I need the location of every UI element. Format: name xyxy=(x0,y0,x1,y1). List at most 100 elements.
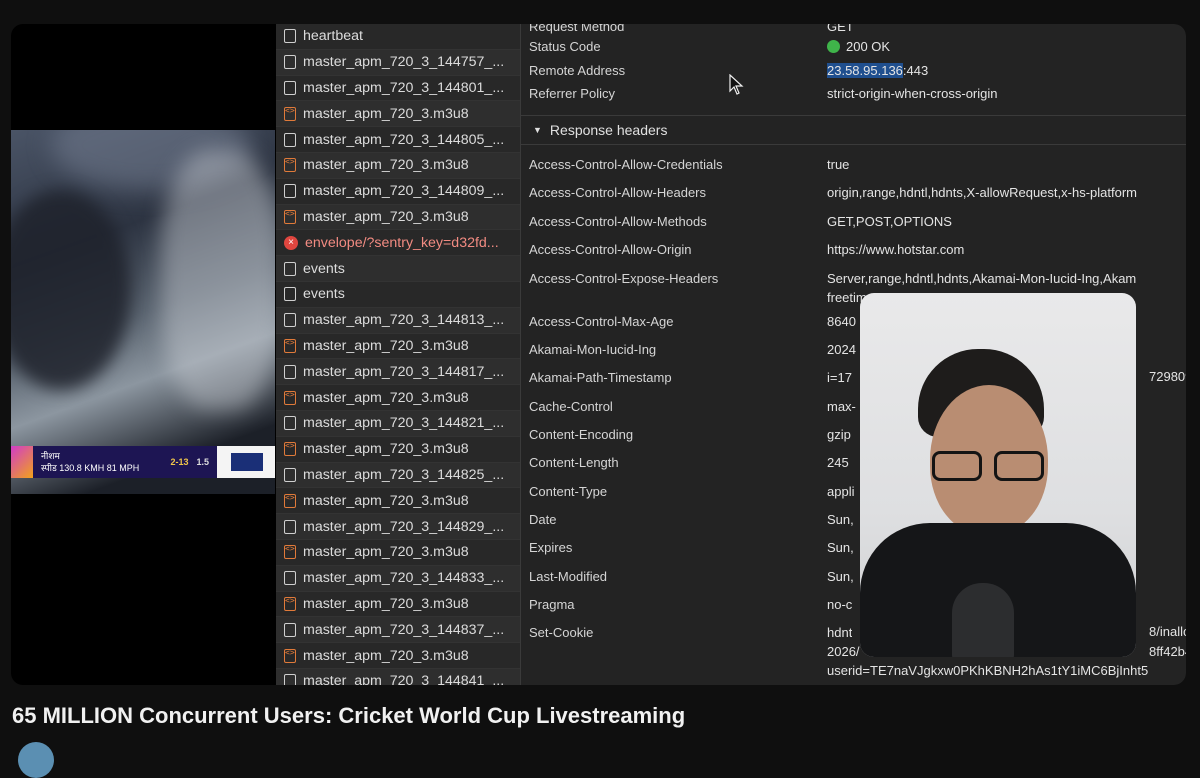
response-header-key: Access-Control-Allow-Credentials xyxy=(529,156,723,172)
network-request-name: master_apm_720_3.m3u8 xyxy=(303,157,469,174)
network-request-row[interactable]: master_apm_720_3_144841_... xyxy=(276,668,520,685)
response-header-value: GET,POST,OPTIONS xyxy=(827,213,952,229)
m3u8-icon xyxy=(284,441,296,457)
network-request-row[interactable]: master_apm_720_3.m3u8 xyxy=(276,437,520,463)
doc-icon xyxy=(284,622,296,637)
doc-icon xyxy=(284,132,296,147)
response-header-key: Last-Modified xyxy=(529,568,608,584)
m3u8-icon xyxy=(284,209,296,224)
response-header-value: appli xyxy=(827,483,855,499)
network-request-row[interactable]: master_apm_720_3.m3u8 xyxy=(276,334,520,360)
microphone xyxy=(952,583,1014,657)
network-request-name: master_apm_720_3_144809_... xyxy=(303,183,505,200)
network-request-row[interactable]: master_apm_720_3_144825_... xyxy=(276,462,520,489)
m3u8-icon xyxy=(284,106,296,121)
network-request-row[interactable]: master_apm_720_3_144805_... xyxy=(276,127,520,153)
response-header-value-extra: 8/inallow xyxy=(1149,624,1186,639)
network-request-row[interactable]: master_apm_720_3_144821_... xyxy=(276,410,520,437)
network-request-name: heartbeat xyxy=(303,28,363,45)
response-header-key: Set-Cookie xyxy=(529,624,594,640)
network-request-row[interactable]: master_apm_720_3.m3u8 xyxy=(276,643,520,669)
response-header-key: Content-Length xyxy=(529,454,619,470)
network-request-row[interactable]: master_apm_720_3_144829_... xyxy=(276,514,520,540)
network-request-name: master_apm_720_3_144821_... xyxy=(303,415,505,432)
network-request-list[interactable]: heartbeat master_apm_720_3_144757_...mast… xyxy=(276,24,521,685)
network-request-row[interactable]: master_apm_720_3.m3u8 xyxy=(276,101,520,128)
network-request-name: master_apm_720_3_144825_... xyxy=(303,466,505,483)
network-request-row[interactable]: × envelope/?sentry_key=d32fd... xyxy=(276,230,520,257)
team-flag xyxy=(217,446,275,478)
doc-icon xyxy=(284,364,296,379)
network-request-row[interactable]: master_apm_720_3_144833_... xyxy=(276,565,520,592)
presenter-webcam xyxy=(860,293,1136,657)
response-headers-toggle[interactable]: ▼ Response headers xyxy=(521,115,1186,145)
doc-icon xyxy=(284,467,296,482)
m3u8-icon xyxy=(284,157,296,173)
response-header-row: Access-Control-Allow-Credentials true xyxy=(529,154,1186,174)
doc-icon xyxy=(284,287,296,302)
network-request-row[interactable]: master_apm_720_3.m3u8 xyxy=(276,385,520,411)
doc-icon xyxy=(284,313,296,328)
network-request-row[interactable]: heartbeat xyxy=(276,24,520,50)
response-header-value: https://www.hotstar.com xyxy=(827,241,965,257)
network-request-name: master_apm_720_3_144805_... xyxy=(303,131,505,148)
network-request-row[interactable]: master_apm_720_3.m3u8 xyxy=(276,592,520,618)
response-header-key: Akamai-Path-Timestamp xyxy=(529,369,672,385)
response-header-value: Server,range,hdntl,hdnts,Akamai-Mon-Iuci… xyxy=(827,270,1137,286)
network-request-name: master_apm_720_3.m3u8 xyxy=(303,389,469,406)
scoreboard-player: नीशम xyxy=(41,451,60,461)
network-request-name: master_apm_720_3.m3u8 xyxy=(303,105,469,122)
response-header-key: Content-Encoding xyxy=(529,426,634,442)
m3u8-icon xyxy=(284,596,296,611)
response-header-row: Access-Control-Expose-Headers Server,rang… xyxy=(529,268,1186,288)
network-request-name: master_apm_720_3_144837_... xyxy=(303,621,505,638)
network-request-name: events xyxy=(303,260,345,277)
response-header-key: Access-Control-Allow-Headers xyxy=(529,184,706,200)
network-request-name: master_apm_720_3_144841_... xyxy=(303,673,505,685)
network-request-row[interactable]: events xyxy=(276,256,520,282)
network-request-row[interactable]: events xyxy=(276,282,520,308)
header-row-request-method: Request Method GET xyxy=(529,24,854,34)
remote-address-selection[interactable]: 23.58.95.136 xyxy=(827,62,903,78)
network-request-row[interactable]: master_apm_720_3_144837_... xyxy=(276,617,520,644)
status-code-value: 200 OK xyxy=(846,38,891,54)
network-request-row[interactable]: master_apm_720_3.m3u8 xyxy=(276,540,520,566)
doc-icon xyxy=(284,261,296,276)
scoreboard-overs: 1.5 xyxy=(196,457,209,467)
doc-icon xyxy=(284,184,296,199)
video-title[interactable]: 65 MILLION Concurrent Users: Cricket Wor… xyxy=(12,703,685,729)
video-player[interactable]: नीशम स्पीड 130.8 KMH 81 MPH 2-13 1.5 hea… xyxy=(11,24,1186,685)
response-header-value-extra: 2026/ xyxy=(827,644,860,659)
network-request-row[interactable]: master_apm_720_3_144809_... xyxy=(276,179,520,205)
response-headers-label: Response headers xyxy=(549,122,668,138)
network-request-row[interactable]: master_apm_720_3_144757_... xyxy=(276,49,520,76)
network-request-name: master_apm_720_3.m3u8 xyxy=(303,595,469,612)
network-request-row[interactable]: master_apm_720_3_144801_... xyxy=(276,76,520,102)
doc-icon xyxy=(284,80,296,95)
doc-icon xyxy=(284,571,296,586)
network-request-row[interactable]: master_apm_720_3.m3u8 xyxy=(276,204,520,231)
network-request-name: master_apm_720_3_144817_... xyxy=(303,363,505,380)
network-request-row[interactable]: master_apm_720_3.m3u8 xyxy=(276,488,520,515)
m3u8-icon xyxy=(284,338,296,353)
network-request-name: master_apm_720_3_144829_... xyxy=(303,518,505,535)
error-icon: × xyxy=(284,235,298,250)
m3u8-icon xyxy=(284,493,296,508)
response-header-value: Sun, xyxy=(827,511,854,527)
response-header-value: Sun, xyxy=(827,568,854,584)
response-header-row: Access-Control-Allow-Origin https://www.h… xyxy=(529,239,1186,259)
network-request-name: master_apm_720_3_144801_... xyxy=(303,79,505,96)
network-request-row[interactable]: master_apm_720_3_144817_... xyxy=(276,359,520,386)
header-row-referrer-policy: Referrer Policy strict-origin-when-cross… xyxy=(529,85,998,101)
response-header-value-extra: userid=TE7naVJgkxw0PKhKBNH2hAs1tY1iMC6Bj… xyxy=(827,663,1149,678)
response-header-key: Access-Control-Allow-Origin xyxy=(529,241,692,257)
channel-avatar[interactable] xyxy=(18,742,54,778)
network-request-row[interactable]: master_apm_720_3.m3u8 xyxy=(276,152,520,179)
network-request-name: master_apm_720_3.m3u8 xyxy=(303,441,469,458)
response-header-key: Cache-Control xyxy=(529,398,613,414)
response-header-value: gzip xyxy=(827,426,851,442)
scoreboard: नीशम स्पीड 130.8 KMH 81 MPH 2-13 1.5 xyxy=(11,446,275,478)
network-request-name: master_apm_720_3.m3u8 xyxy=(303,647,469,664)
network-request-row[interactable]: master_apm_720_3_144813_... xyxy=(276,307,520,334)
network-request-name: master_apm_720_3.m3u8 xyxy=(303,492,469,509)
